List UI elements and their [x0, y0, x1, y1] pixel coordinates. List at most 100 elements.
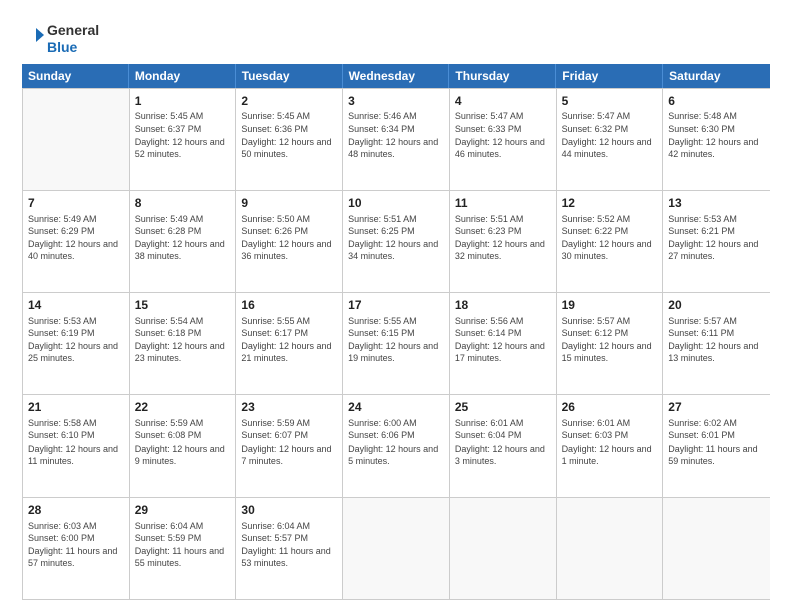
daylight-text: Daylight: 12 hours and 30 minutes.: [562, 238, 658, 262]
sunset-text: Sunset: 6:22 PM: [562, 225, 658, 237]
daylight-text: Daylight: 12 hours and 17 minutes.: [455, 340, 551, 364]
sunrise-text: Sunrise: 5:47 AM: [455, 110, 551, 122]
sunset-text: Sunset: 6:08 PM: [135, 429, 231, 441]
sunset-text: Sunset: 6:33 PM: [455, 123, 551, 135]
calendar-row-3: 21Sunrise: 5:58 AMSunset: 6:10 PMDayligh…: [23, 395, 770, 497]
daylight-text: Daylight: 12 hours and 50 minutes.: [241, 136, 337, 160]
day-number: 19: [562, 297, 658, 314]
sunset-text: Sunset: 6:12 PM: [562, 327, 658, 339]
day-number: 4: [455, 93, 551, 110]
calendar-header: SundayMondayTuesdayWednesdayThursdayFrid…: [22, 64, 770, 88]
day-number: 22: [135, 399, 231, 416]
day-number: 5: [562, 93, 658, 110]
day-number: 10: [348, 195, 444, 212]
sunset-text: Sunset: 6:30 PM: [668, 123, 765, 135]
daylight-text: Daylight: 12 hours and 48 minutes.: [348, 136, 444, 160]
daylight-text: Daylight: 12 hours and 3 minutes.: [455, 443, 551, 467]
day-number: 28: [28, 502, 124, 519]
calendar-cell: 24Sunrise: 6:00 AMSunset: 6:06 PMDayligh…: [343, 395, 450, 496]
weekday-header-saturday: Saturday: [663, 64, 770, 88]
sunset-text: Sunset: 5:57 PM: [241, 532, 337, 544]
sunset-text: Sunset: 5:59 PM: [135, 532, 231, 544]
day-number: 11: [455, 195, 551, 212]
day-number: 24: [348, 399, 444, 416]
day-number: 26: [562, 399, 658, 416]
day-number: 29: [135, 502, 231, 519]
sunset-text: Sunset: 6:32 PM: [562, 123, 658, 135]
daylight-text: Daylight: 12 hours and 52 minutes.: [135, 136, 231, 160]
sunrise-text: Sunrise: 6:03 AM: [28, 520, 124, 532]
sunset-text: Sunset: 6:34 PM: [348, 123, 444, 135]
daylight-text: Daylight: 12 hours and 36 minutes.: [241, 238, 337, 262]
day-number: 6: [668, 93, 765, 110]
day-number: 21: [28, 399, 124, 416]
daylight-text: Daylight: 12 hours and 44 minutes.: [562, 136, 658, 160]
daylight-text: Daylight: 12 hours and 21 minutes.: [241, 340, 337, 364]
calendar-cell: 13Sunrise: 5:53 AMSunset: 6:21 PMDayligh…: [663, 191, 770, 292]
calendar-cell: 16Sunrise: 5:55 AMSunset: 6:17 PMDayligh…: [236, 293, 343, 394]
sunrise-text: Sunrise: 5:49 AM: [28, 213, 124, 225]
sunrise-text: Sunrise: 5:47 AM: [562, 110, 658, 122]
daylight-text: Daylight: 12 hours and 40 minutes.: [28, 238, 124, 262]
calendar-cell: 22Sunrise: 5:59 AMSunset: 6:08 PMDayligh…: [130, 395, 237, 496]
sunrise-text: Sunrise: 5:52 AM: [562, 213, 658, 225]
day-number: 15: [135, 297, 231, 314]
day-number: 13: [668, 195, 765, 212]
sunrise-text: Sunrise: 5:53 AM: [28, 315, 124, 327]
daylight-text: Daylight: 12 hours and 11 minutes.: [28, 443, 124, 467]
sunset-text: Sunset: 6:28 PM: [135, 225, 231, 237]
sunset-text: Sunset: 6:03 PM: [562, 429, 658, 441]
daylight-text: Daylight: 12 hours and 9 minutes.: [135, 443, 231, 467]
daylight-text: Daylight: 12 hours and 15 minutes.: [562, 340, 658, 364]
sunrise-text: Sunrise: 6:04 AM: [241, 520, 337, 532]
weekday-header-thursday: Thursday: [449, 64, 556, 88]
sunset-text: Sunset: 6:36 PM: [241, 123, 337, 135]
calendar-cell: [663, 498, 770, 599]
daylight-text: Daylight: 11 hours and 59 minutes.: [668, 443, 765, 467]
sunrise-text: Sunrise: 5:51 AM: [348, 213, 444, 225]
sunset-text: Sunset: 6:04 PM: [455, 429, 551, 441]
sunrise-text: Sunrise: 5:50 AM: [241, 213, 337, 225]
day-number: 14: [28, 297, 124, 314]
day-number: 9: [241, 195, 337, 212]
day-number: 25: [455, 399, 551, 416]
calendar-cell: 10Sunrise: 5:51 AMSunset: 6:25 PMDayligh…: [343, 191, 450, 292]
day-number: 30: [241, 502, 337, 519]
day-number: 2: [241, 93, 337, 110]
daylight-text: Daylight: 12 hours and 1 minute.: [562, 443, 658, 467]
sunrise-text: Sunrise: 6:00 AM: [348, 417, 444, 429]
sunset-text: Sunset: 6:11 PM: [668, 327, 765, 339]
day-number: 27: [668, 399, 765, 416]
day-number: 7: [28, 195, 124, 212]
calendar-cell: 9Sunrise: 5:50 AMSunset: 6:26 PMDaylight…: [236, 191, 343, 292]
calendar-cell: [557, 498, 664, 599]
calendar-cell: 15Sunrise: 5:54 AMSunset: 6:18 PMDayligh…: [130, 293, 237, 394]
calendar-cell: 17Sunrise: 5:55 AMSunset: 6:15 PMDayligh…: [343, 293, 450, 394]
daylight-text: Daylight: 12 hours and 42 minutes.: [668, 136, 765, 160]
header: General Blue: [22, 18, 770, 56]
daylight-text: Daylight: 12 hours and 5 minutes.: [348, 443, 444, 467]
sunset-text: Sunset: 6:37 PM: [135, 123, 231, 135]
calendar-cell: 26Sunrise: 6:01 AMSunset: 6:03 PMDayligh…: [557, 395, 664, 496]
weekday-header-friday: Friday: [556, 64, 663, 88]
calendar-row-4: 28Sunrise: 6:03 AMSunset: 6:00 PMDayligh…: [23, 498, 770, 600]
calendar-cell: 4Sunrise: 5:47 AMSunset: 6:33 PMDaylight…: [450, 89, 557, 190]
calendar-cell: 20Sunrise: 5:57 AMSunset: 6:11 PMDayligh…: [663, 293, 770, 394]
sunset-text: Sunset: 6:23 PM: [455, 225, 551, 237]
sunrise-text: Sunrise: 5:45 AM: [135, 110, 231, 122]
sunrise-text: Sunrise: 5:58 AM: [28, 417, 124, 429]
sunrise-text: Sunrise: 5:45 AM: [241, 110, 337, 122]
sunrise-text: Sunrise: 5:56 AM: [455, 315, 551, 327]
weekday-header-tuesday: Tuesday: [236, 64, 343, 88]
day-number: 12: [562, 195, 658, 212]
daylight-text: Daylight: 12 hours and 13 minutes.: [668, 340, 765, 364]
day-number: 17: [348, 297, 444, 314]
sunrise-text: Sunrise: 5:55 AM: [241, 315, 337, 327]
calendar-cell: 29Sunrise: 6:04 AMSunset: 5:59 PMDayligh…: [130, 498, 237, 599]
sunset-text: Sunset: 6:21 PM: [668, 225, 765, 237]
calendar-body: 1Sunrise: 5:45 AMSunset: 6:37 PMDaylight…: [22, 88, 770, 600]
calendar-cell: 19Sunrise: 5:57 AMSunset: 6:12 PMDayligh…: [557, 293, 664, 394]
daylight-text: Daylight: 12 hours and 7 minutes.: [241, 443, 337, 467]
daylight-text: Daylight: 11 hours and 53 minutes.: [241, 545, 337, 569]
daylight-text: Daylight: 12 hours and 27 minutes.: [668, 238, 765, 262]
